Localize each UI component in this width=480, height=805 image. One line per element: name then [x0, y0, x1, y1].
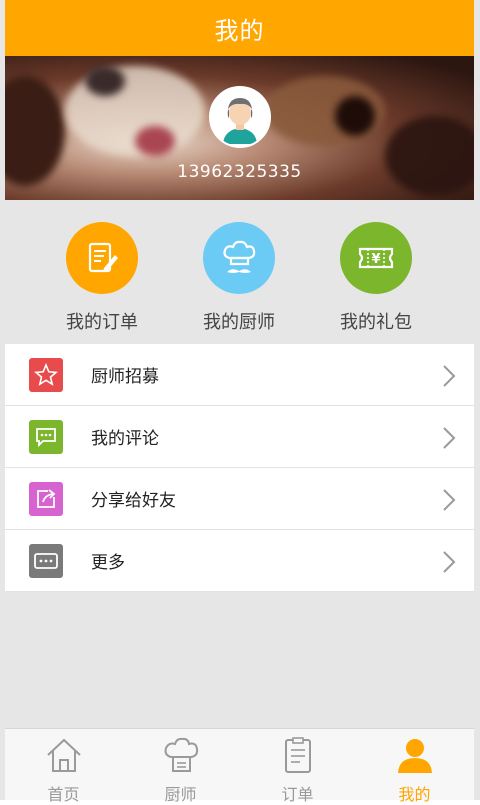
comment-icon	[29, 419, 63, 454]
banner-bg-shape	[385, 116, 474, 196]
order-list-icon	[284, 737, 311, 773]
menu-item-label: 更多	[91, 553, 125, 573]
menu-item-more[interactable]: 更多	[5, 530, 474, 592]
tab-orders[interactable]: 订单	[239, 729, 356, 804]
quick-actions: 我的订单 我的厨师 ¥ 我的礼包	[5, 200, 474, 344]
chevron-right-icon	[443, 489, 456, 511]
star-icon	[29, 357, 63, 392]
menu-list: 厨师招募 我的评论 分享给好友 更多	[5, 344, 474, 592]
my-chefs-label: 我的厨师	[203, 312, 275, 333]
avatar[interactable]	[209, 86, 271, 148]
screen: 我的 13962325335 我的订单 我的厨师 ¥ 我的礼包 厨师招募 我的评…	[0, 0, 480, 804]
profile-banner: 13962325335	[5, 56, 474, 200]
person-avatar-icon	[211, 88, 269, 146]
home-icon	[46, 738, 81, 772]
chevron-right-icon	[443, 427, 456, 449]
order-document-icon	[66, 222, 138, 294]
my-orders-label: 我的订单	[66, 312, 138, 333]
gift-ticket-icon: ¥	[340, 222, 412, 294]
my-gifts-label: 我的礼包	[340, 312, 412, 333]
banner-bg-shape	[335, 96, 375, 136]
tab-chefs[interactable]: 厨师	[122, 729, 239, 804]
my-orders-button[interactable]: 我的订单	[42, 222, 162, 334]
tab-mine[interactable]: 我的	[356, 729, 473, 804]
more-icon	[29, 543, 63, 578]
chevron-right-icon	[443, 551, 456, 573]
menu-item-label: 我的评论	[91, 429, 159, 449]
page-title: 我的	[214, 16, 265, 45]
share-icon	[29, 481, 63, 516]
menu-item-my-comments[interactable]: 我的评论	[5, 406, 474, 468]
banner-bg-shape	[85, 66, 125, 96]
banner-bg-shape	[135, 126, 175, 156]
menu-item-label: 厨师招募	[91, 367, 159, 387]
menu-item-chef-recruit[interactable]: 厨师招募	[5, 344, 474, 406]
menu-item-share[interactable]: 分享给好友	[5, 468, 474, 530]
chevron-right-icon	[443, 365, 456, 387]
phone-number: 13962325335	[177, 162, 302, 182]
tab-home[interactable]: 首页	[5, 729, 122, 804]
tab-label: 订单	[281, 785, 314, 804]
bottom-tab-bar: 首页 厨师 订单 我的	[5, 728, 474, 804]
menu-item-label: 分享给好友	[91, 491, 176, 511]
chef-hat-icon	[164, 737, 198, 772]
tab-label: 首页	[47, 785, 80, 804]
chef-hat-icon	[203, 222, 275, 294]
tab-label: 厨师	[164, 785, 197, 804]
tab-label: 我的	[398, 785, 431, 804]
my-gifts-button[interactable]: ¥ 我的礼包	[316, 222, 436, 334]
svg-text:¥: ¥	[371, 252, 380, 267]
header-bar: 我的	[5, 0, 474, 56]
person-icon	[397, 739, 432, 773]
my-chefs-button[interactable]: 我的厨师	[179, 222, 299, 334]
